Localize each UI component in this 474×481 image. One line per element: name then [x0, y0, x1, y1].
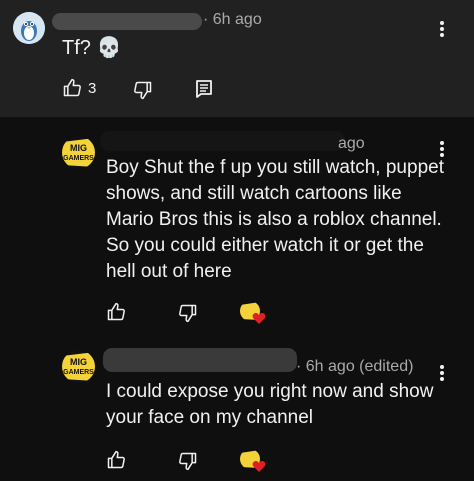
user-avatar[interactable] — [13, 12, 45, 44]
reply-avatar[interactable]: MIG GAMERS — [62, 136, 95, 169]
more-options-icon[interactable] — [439, 20, 445, 38]
like-icon[interactable] — [106, 302, 126, 322]
creator-heart-icon — [252, 461, 266, 472]
logo-line1: MIG — [70, 143, 87, 153]
comment-text: Tf? 💀 — [62, 37, 122, 59]
redacted-username — [103, 348, 297, 372]
reply-icon[interactable] — [195, 79, 213, 99]
logo-line2: GAMERS — [63, 155, 94, 162]
dislike-icon[interactable] — [133, 80, 153, 100]
channel-logo-icon: MIG GAMERS — [62, 136, 95, 169]
reply-time-value: 6h ago (edited) — [305, 358, 414, 375]
dislike-icon[interactable] — [178, 451, 198, 471]
creator-heart — [240, 301, 266, 327]
comment-time: · 6h ago — [203, 11, 262, 28]
more-options-icon[interactable] — [439, 364, 445, 382]
like-count: 3 — [88, 80, 97, 97]
penguin-icon — [13, 12, 45, 44]
creator-heart — [240, 449, 266, 475]
channel-logo-icon: MIG GAMERS — [62, 350, 95, 383]
top-comment: · 6h ago Tf? 💀 3 — [0, 0, 474, 117]
dislike-icon[interactable] — [178, 303, 198, 323]
reply-avatar[interactable]: MIG GAMERS — [62, 350, 95, 383]
like-icon[interactable] — [106, 450, 126, 470]
reply-text: I could expose you right now and show yo… — [106, 381, 434, 428]
logo-line2: GAMERS — [63, 369, 94, 376]
reply-text: Boy Shut the f up you still watch, puppe… — [106, 157, 444, 282]
comment-time-value: 6h ago — [212, 11, 262, 28]
logo-line1: MIG — [70, 357, 87, 367]
redacted-username — [100, 131, 345, 151]
reply-time: ago — [338, 135, 365, 152]
creator-heart-icon — [252, 313, 266, 324]
reply-time: · 6h ago (edited) — [296, 358, 414, 375]
redacted-username — [52, 13, 202, 30]
like-icon[interactable] — [62, 78, 82, 98]
